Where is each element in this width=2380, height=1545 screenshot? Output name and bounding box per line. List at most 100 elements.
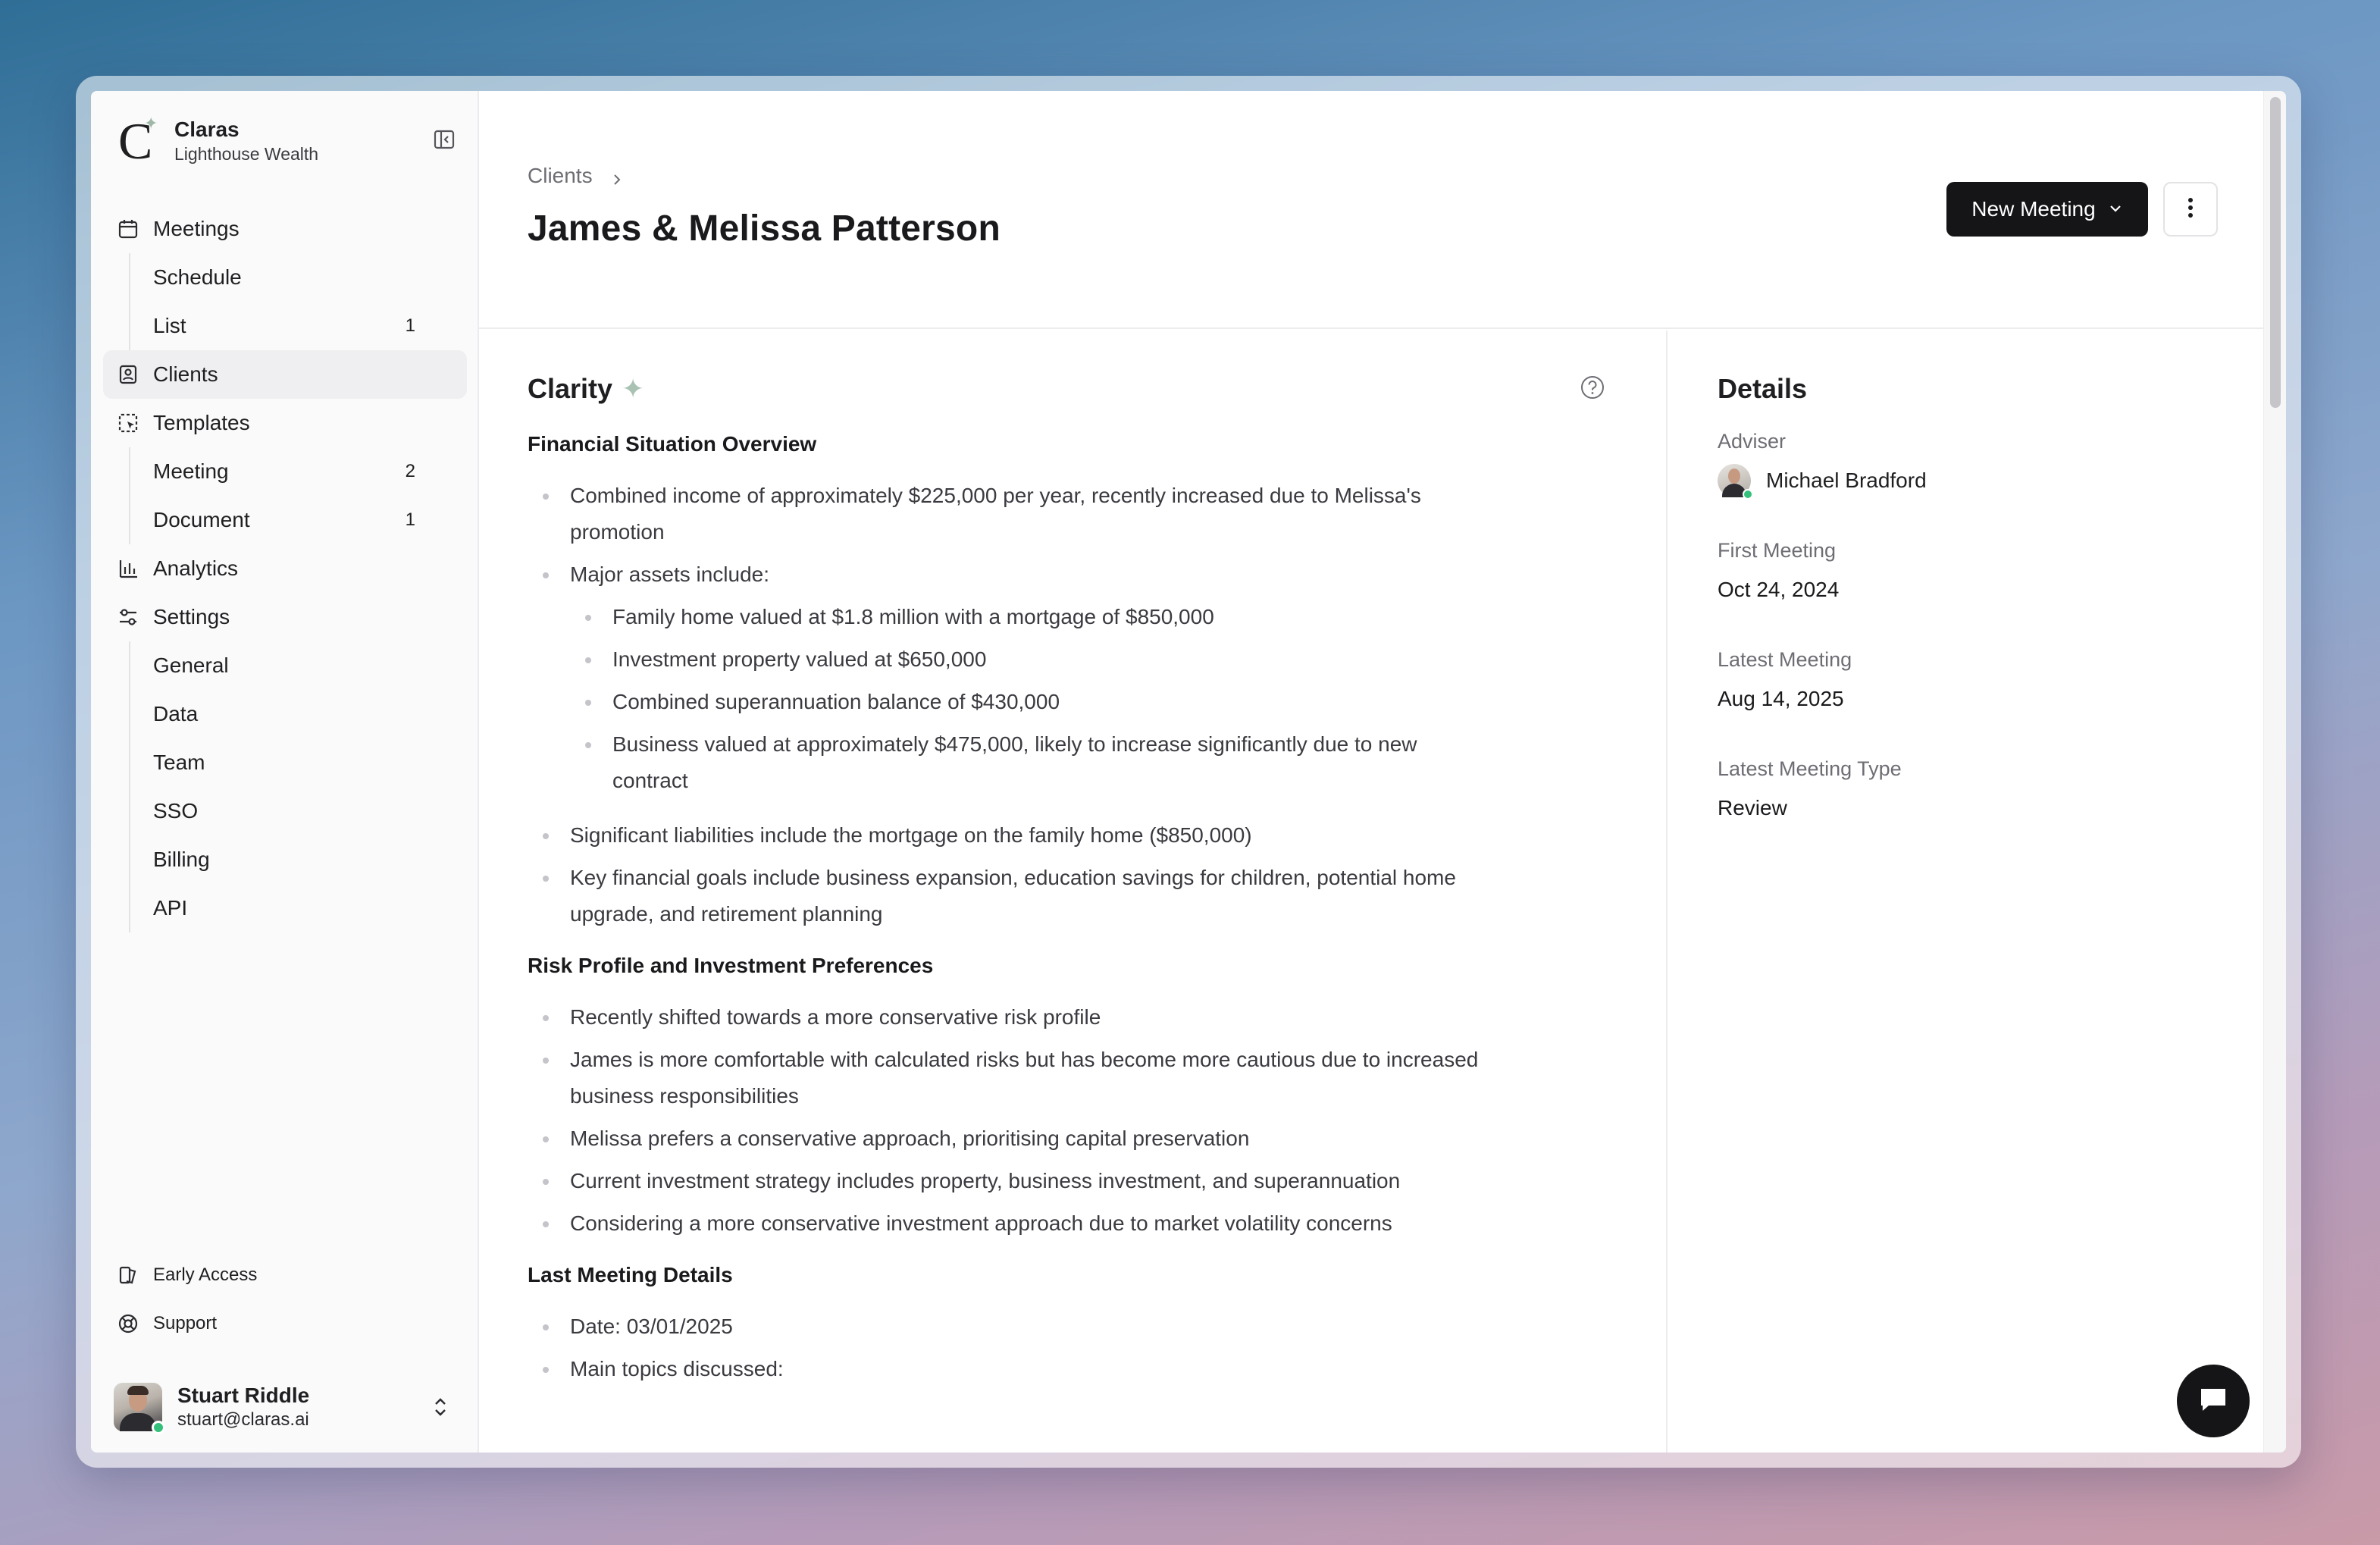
sparkle-icon: ✦ (144, 114, 158, 133)
sidebar-item-document-templates[interactable]: Document 1 (130, 496, 443, 544)
lifebuoy-icon (117, 1312, 139, 1335)
vertical-scrollbar[interactable] (2263, 91, 2286, 1453)
adviser-name: Michael Bradford (1766, 469, 1927, 492)
chevron-right-icon (609, 168, 625, 185)
clarity-title: Clarity (528, 373, 613, 404)
sidebar-item-label: List (153, 314, 186, 337)
section-heading: Risk Profile and Investment Preferences (528, 954, 934, 977)
list-item: Family home valued at $1.8 million with … (570, 599, 1490, 635)
first-meeting-value: Oct 24, 2024 (1718, 578, 1840, 601)
template-select-icon (117, 412, 139, 434)
sidebar-item-data[interactable]: Data (130, 690, 443, 738)
calendar-icon (117, 218, 139, 240)
avatar (114, 1383, 165, 1434)
meetings-subnav: Schedule List 1 (129, 253, 467, 350)
adviser-field: Adviser Michael Bradford (1718, 428, 2172, 500)
book-icon (117, 1264, 139, 1286)
sidebar-item-templates[interactable]: Templates (103, 399, 467, 447)
sidebar-item-analytics[interactable]: Analytics (103, 544, 467, 593)
sparkle-icon: ✦ (622, 373, 645, 404)
details-title: Details (1718, 373, 1808, 404)
main-panel: Clients James & Melissa Patterson New Me… (479, 91, 2286, 1453)
latest-meeting-type-label: Latest Meeting Type (1718, 757, 1902, 780)
claras-logo: C ✦ (118, 112, 158, 170)
sidebar-item-settings[interactable]: Settings (103, 593, 467, 641)
sidebar-item-label: Meeting (153, 459, 229, 483)
list-item: Main topics discussed: (528, 1351, 1490, 1387)
settings-subnav: General Data Team SSO Billing API (129, 641, 467, 932)
sidebar-item-label: API (153, 896, 188, 920)
brand[interactable]: C ✦ Claras Lighthouse Wealth (118, 112, 318, 170)
latest-meeting-value: Aug 14, 2025 (1718, 687, 1844, 710)
list-item: Investment property valued at $650,000 (570, 641, 1490, 678)
sidebar-item-general[interactable]: General (130, 641, 443, 690)
user-menu[interactable]: Stuart Riddle stuart@claras.ai (114, 1380, 459, 1434)
bullet-list: Combined income of approximately $225,00… (528, 478, 1483, 932)
chevron-down-icon (2108, 197, 2123, 221)
adviser-label: Adviser (1718, 430, 1787, 453)
chevrons-up-down-icon[interactable] (429, 1393, 452, 1421)
sidebar-item-sso[interactable]: SSO (130, 787, 443, 835)
list-item: Business valued at approximately $475,00… (570, 726, 1490, 799)
chat-bubble-icon (2197, 1383, 2230, 1420)
sidebar-item-label: General (153, 653, 229, 677)
sidebar-item-meeting-templates[interactable]: Meeting 2 (130, 447, 443, 496)
sidebar-item-team[interactable]: Team (130, 738, 443, 787)
app-window: C ✦ Claras Lighthouse Wealth Meetings Sc… (91, 91, 2286, 1453)
count-badge: 1 (405, 509, 415, 530)
sidebar-collapse-icon[interactable] (432, 127, 456, 152)
sidebar-item-billing[interactable]: Billing (130, 835, 443, 884)
help-circle-icon[interactable] (1580, 374, 1605, 400)
page-title: James & Melissa Patterson (528, 208, 1001, 249)
vertical-ellipsis-icon (2187, 197, 2194, 222)
sidebar-item-label: Settings (153, 605, 230, 628)
sidebar-item-label: Team (153, 751, 205, 774)
page-header: Clients James & Melissa Patterson New Me… (479, 91, 2286, 329)
window-frame: C ✦ Claras Lighthouse Wealth Meetings Sc… (76, 76, 2301, 1468)
bullet-list: Date: 03/01/2025 Main topics discussed: (528, 1308, 1483, 1387)
list-item: Combined income of approximately $225,00… (528, 478, 1490, 550)
new-meeting-label: New Meeting (1971, 197, 2096, 221)
list-item: Significant liabilities include the mort… (528, 817, 1490, 854)
sidebar-footer-links: Early Access Support (117, 1251, 257, 1348)
sidebar-item-label: Analytics (153, 556, 239, 580)
sidebar-item-label: Data (153, 702, 199, 725)
brand-name: Claras (174, 118, 240, 141)
chat-button[interactable] (2177, 1365, 2250, 1437)
contact-card-icon (117, 363, 139, 386)
list-item: Melissa prefers a conservative approach,… (528, 1120, 1490, 1157)
latest-meeting-type-value: Review (1718, 796, 1787, 820)
adviser-value: Michael Bradford (1718, 464, 2172, 500)
early-access-link[interactable]: Early Access (117, 1251, 257, 1299)
sidebar-item-meetings[interactable]: Meetings (103, 205, 467, 253)
sidebar-item-api[interactable]: API (130, 884, 443, 932)
list-item: Key financial goals include business exp… (528, 860, 1490, 932)
new-meeting-button[interactable]: New Meeting (1946, 182, 2148, 237)
sidebar-item-label: Meetings (153, 217, 240, 240)
sidebar-item-clients[interactable]: Clients (103, 350, 467, 399)
more-options-button[interactable] (2163, 182, 2218, 237)
count-badge: 1 (405, 315, 415, 336)
list-item-text: Major assets include: (570, 563, 770, 586)
sidebar-item-label: SSO (153, 799, 199, 823)
sidebar: C ✦ Claras Lighthouse Wealth Meetings Sc… (91, 91, 479, 1453)
avatar (1718, 464, 1753, 500)
scrollbar-thumb[interactable] (2270, 97, 2281, 408)
user-name: Stuart Riddle (177, 1384, 310, 1407)
sidebar-item-list[interactable]: List 1 (130, 302, 443, 350)
bullet-list: Recently shifted towards a more conserva… (528, 999, 1483, 1242)
list-item: Current investment strategy includes pro… (528, 1163, 1490, 1199)
list-item: James is more comfortable with calculate… (528, 1042, 1490, 1114)
sidebar-item-schedule[interactable]: Schedule (130, 253, 443, 302)
sidebar-item-label: Clients (153, 362, 218, 386)
first-meeting-field: First Meeting Oct 24, 2024 (1718, 537, 2172, 605)
online-status-dot (152, 1421, 165, 1434)
support-link[interactable]: Support (117, 1299, 257, 1348)
sidebar-item-label: Document (153, 508, 250, 531)
latest-meeting-label: Latest Meeting (1718, 648, 1852, 671)
sidebar-nav: Meetings Schedule List 1 Clients Templat… (103, 205, 467, 932)
breadcrumb-clients-link[interactable]: Clients (528, 164, 593, 188)
online-status-dot (1743, 489, 1753, 500)
sliders-icon (117, 606, 139, 628)
sidebar-item-label: Billing (153, 848, 210, 871)
